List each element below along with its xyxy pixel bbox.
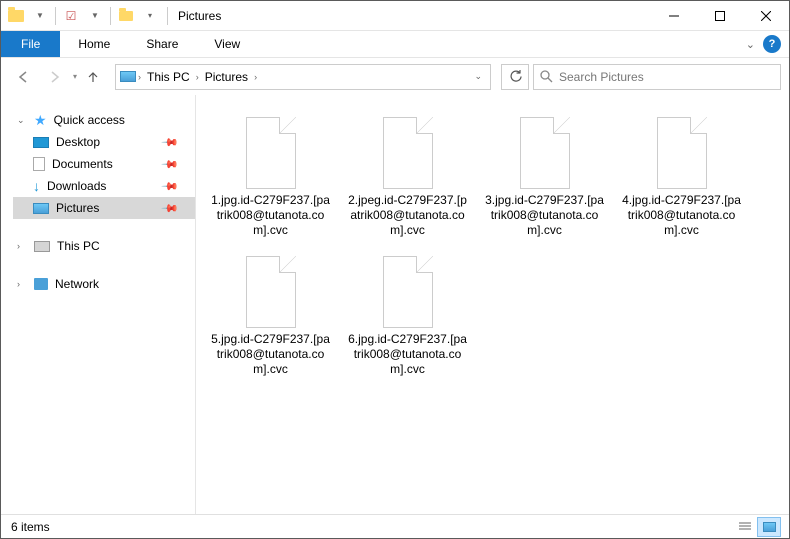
sidebar-item-label: Downloads <box>47 179 106 193</box>
file-name: 6.jpg.id-C279F237.[patrik008@tutanota.co… <box>348 332 468 377</box>
file-name: 1.jpg.id-C279F237.[patrik008@tutanota.co… <box>211 193 331 238</box>
pictures-icon <box>33 203 49 214</box>
file-item[interactable]: 3.jpg.id-C279F237.[patrik008@tutanota.co… <box>482 109 607 238</box>
star-icon: ★ <box>34 112 47 129</box>
file-item[interactable]: 5.jpg.id-C279F237.[patrik008@tutanota.co… <box>208 248 333 377</box>
expand-ribbon-icon[interactable]: ⌄ <box>746 38 755 51</box>
recent-locations-dropdown[interactable]: ▾ <box>73 72 77 81</box>
sidebar-item-pictures[interactable]: Pictures 📌 <box>13 197 195 219</box>
search-input[interactable]: Search Pictures <box>533 64 781 90</box>
thumbnails-view-button[interactable] <box>757 517 781 537</box>
file-item[interactable]: 6.jpg.id-C279F237.[patrik008@tutanota.co… <box>345 248 470 377</box>
chevron-right-icon[interactable]: › <box>194 72 201 82</box>
refresh-button[interactable] <box>501 64 529 90</box>
file-icon <box>510 109 580 189</box>
sidebar-this-pc[interactable]: › This PC <box>13 235 195 257</box>
maximize-button[interactable] <box>697 1 743 31</box>
details-view-button[interactable] <box>733 517 757 537</box>
explorer-icon[interactable] <box>5 5 27 27</box>
sidebar-item-label: Pictures <box>56 201 99 215</box>
navigation-pane: ⌄ ★ Quick access Desktop 📌 Documents 📌 ↓… <box>1 95 196 515</box>
new-folder-qat-icon[interactable] <box>115 5 137 27</box>
pictures-folder-icon <box>120 69 136 85</box>
address-bar[interactable]: › This PC › Pictures › ⌄ <box>115 64 491 90</box>
sidebar-label: Quick access <box>54 113 125 127</box>
ribbon: File Home Share View ⌄ ? <box>1 31 789 57</box>
tab-home[interactable]: Home <box>60 32 128 56</box>
pin-icon: 📌 <box>161 177 180 196</box>
sidebar-label: Network <box>55 277 99 291</box>
tab-share[interactable]: Share <box>128 32 196 56</box>
navigation-bar: ▾ › This PC › Pictures › ⌄ Search Pictur… <box>1 57 789 95</box>
file-name: 4.jpg.id-C279F237.[patrik008@tutanota.co… <box>622 193 742 238</box>
document-icon <box>33 157 45 171</box>
qat-customize-dropdown[interactable]: ▾ <box>139 5 161 27</box>
file-name: 2.jpeg.id-C279F237.[patrik008@tutanota.c… <box>348 193 468 238</box>
file-item[interactable]: 4.jpg.id-C279F237.[patrik008@tutanota.co… <box>619 109 744 238</box>
file-icon <box>236 248 306 328</box>
file-icon <box>373 109 443 189</box>
search-icon <box>540 70 553 83</box>
chevron-right-icon[interactable]: › <box>252 72 259 82</box>
pin-icon: 📌 <box>161 199 180 218</box>
pin-icon: 📌 <box>161 133 180 152</box>
quick-access-toolbar: ▼ ☑ ▼ ▾ <box>1 5 165 27</box>
sidebar-network[interactable]: › Network <box>13 273 195 295</box>
breadcrumb-this-pc[interactable]: This PC <box>143 70 194 84</box>
qat-dropdown-2[interactable]: ▼ <box>84 5 106 27</box>
caret-right-icon: › <box>17 279 27 289</box>
sidebar-item-label: Documents <box>52 157 113 171</box>
help-icon[interactable]: ? <box>763 35 781 53</box>
back-button[interactable] <box>9 63 37 91</box>
close-button[interactable] <box>743 1 789 31</box>
file-name: 3.jpg.id-C279F237.[patrik008@tutanota.co… <box>485 193 605 238</box>
pc-icon <box>34 241 50 252</box>
file-icon <box>373 248 443 328</box>
address-dropdown-icon[interactable]: ⌄ <box>474 71 482 82</box>
properties-qat-icon[interactable]: ☑ <box>60 5 82 27</box>
download-icon: ↓ <box>33 178 40 194</box>
file-icon <box>236 109 306 189</box>
pin-icon: 📌 <box>161 155 180 174</box>
file-item[interactable]: 2.jpeg.id-C279F237.[patrik008@tutanota.c… <box>345 109 470 238</box>
item-count: 6 items <box>11 520 50 534</box>
title-bar: ▼ ☑ ▼ ▾ Pictures <box>1 1 789 31</box>
breadcrumb-pictures[interactable]: Pictures <box>201 70 252 84</box>
qat-dropdown-1[interactable]: ▼ <box>29 5 51 27</box>
search-placeholder: Search Pictures <box>559 70 644 84</box>
window-title: Pictures <box>178 9 221 23</box>
forward-button[interactable] <box>41 63 69 91</box>
caret-down-icon: ⌄ <box>17 115 27 126</box>
desktop-icon <box>33 137 49 148</box>
file-icon <box>647 109 717 189</box>
sidebar-label: This PC <box>57 239 100 253</box>
network-icon <box>34 278 48 290</box>
file-tab[interactable]: File <box>1 31 60 57</box>
minimize-button[interactable] <box>651 1 697 31</box>
status-bar: 6 items <box>1 514 789 538</box>
chevron-right-icon[interactable]: › <box>136 72 143 82</box>
sidebar-item-documents[interactable]: Documents 📌 <box>13 153 195 175</box>
file-item[interactable]: 1.jpg.id-C279F237.[patrik008@tutanota.co… <box>208 109 333 238</box>
file-list[interactable]: 1.jpg.id-C279F237.[patrik008@tutanota.co… <box>196 95 789 515</box>
up-button[interactable] <box>81 65 105 89</box>
sidebar-item-label: Desktop <box>56 135 100 149</box>
sidebar-item-desktop[interactable]: Desktop 📌 <box>13 131 195 153</box>
caret-right-icon: › <box>17 241 27 251</box>
tab-view[interactable]: View <box>196 32 258 56</box>
file-name: 5.jpg.id-C279F237.[patrik008@tutanota.co… <box>211 332 331 377</box>
sidebar-item-downloads[interactable]: ↓ Downloads 📌 <box>13 175 195 197</box>
sidebar-quick-access[interactable]: ⌄ ★ Quick access <box>13 109 195 131</box>
